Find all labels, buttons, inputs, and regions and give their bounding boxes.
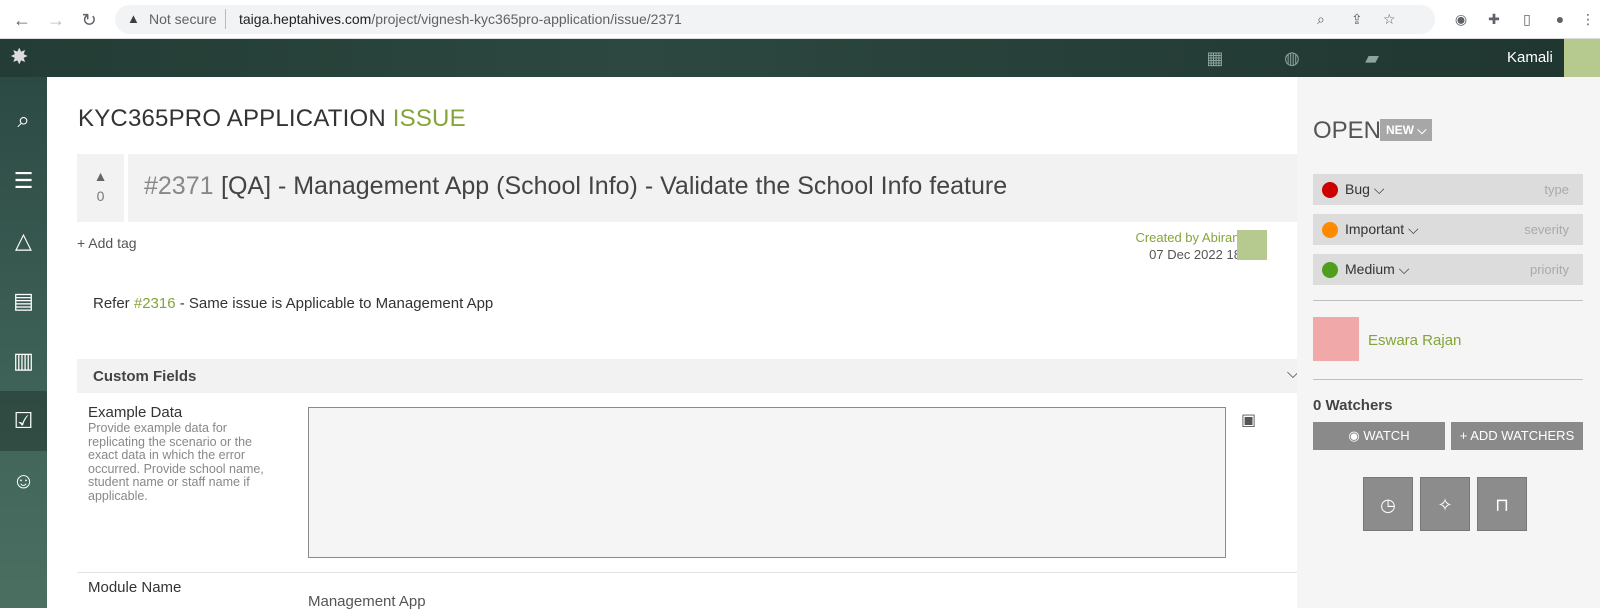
issue-ref: #2371: [144, 172, 214, 200]
upvote-icon[interactable]: ▲: [77, 168, 124, 184]
severity-color-dot: [1322, 222, 1338, 238]
related-issue-link[interactable]: #2316: [134, 295, 176, 312]
projects-grid-icon[interactable]: ▦: [1204, 47, 1226, 69]
assignee-name[interactable]: Eswara Rajan: [1368, 332, 1461, 349]
example-data-textarea[interactable]: [308, 407, 1226, 558]
vote-box[interactable]: ▲ 0: [77, 154, 124, 222]
custom-fields-header[interactable]: Custom Fields ⌵: [77, 359, 1315, 393]
team-icon[interactable]: ☺: [0, 451, 47, 511]
type-selector[interactable]: Bug ⌵ type: [1313, 174, 1583, 205]
chevron-down-icon: ⌵: [1417, 123, 1427, 137]
watchers-count: 0 Watchers: [1313, 397, 1393, 414]
reload-icon[interactable]: ↻: [77, 8, 101, 32]
issue-subject[interactable]: [QA] - Management App (School Info) - Va…: [221, 172, 1007, 201]
priority-label: priority: [1529, 262, 1569, 277]
warning-icon: ▲: [127, 11, 140, 26]
backlog-icon[interactable]: ☰: [0, 151, 47, 211]
module-name-label: Module Name: [88, 579, 182, 596]
history-clock-icon[interactable]: ◷: [1363, 477, 1413, 531]
custom-fields-title: Custom Fields: [93, 368, 197, 385]
severity-selector[interactable]: Important ⌵ severity: [1313, 214, 1583, 245]
status-label: OPEN: [1313, 117, 1382, 144]
search-icon[interactable]: ⌕: [0, 90, 47, 150]
forward-icon[interactable]: →: [44, 8, 68, 32]
share-icon[interactable]: ⇪: [1351, 11, 1363, 28]
vote-count: 0: [96, 188, 105, 204]
lock-icon[interactable]: ⊓: [1477, 477, 1527, 531]
add-watchers-button[interactable]: + ADD WATCHERS: [1451, 422, 1583, 450]
back-icon[interactable]: ←: [10, 8, 34, 32]
example-data-label: Example Data: [88, 404, 183, 421]
divider: [77, 572, 1315, 573]
issue-header: #2371 [QA] - Management App (School Info…: [128, 154, 1315, 222]
address-separator: [225, 9, 226, 29]
project-sidenav: ⌕ ☰ △ ▤ ▥ ☑ ☺: [0, 77, 47, 608]
epics-icon[interactable]: △: [0, 211, 47, 271]
add-tag-button[interactable]: + Add tag: [77, 235, 137, 251]
divider: [1313, 300, 1583, 301]
chevron-down-icon: ⌵: [1373, 181, 1385, 197]
assignee-avatar[interactable]: [1313, 317, 1359, 361]
not-secure-label: Not secure: [149, 11, 217, 27]
save-icon[interactable]: ▣: [1241, 410, 1256, 430]
url-text: taiga.heptahives.com/project/vignesh-kyc…: [239, 11, 682, 27]
taiga-logo-icon[interactable]: ✸: [10, 44, 28, 70]
creator-avatar[interactable]: [1237, 230, 1267, 260]
status-dropdown[interactable]: NEW ⌵: [1380, 119, 1433, 141]
chevron-down-icon: ⌵: [1408, 221, 1419, 237]
kanban-icon[interactable]: ▤: [0, 271, 47, 331]
profile-icon[interactable]: ●: [1550, 9, 1570, 29]
zoom-icon[interactable]: ⌕: [1317, 11, 1325, 28]
menu-dots-icon[interactable]: ⋮: [1578, 9, 1598, 29]
module-name-value[interactable]: Management App: [308, 593, 426, 610]
chevron-down-icon: ⌵: [1398, 261, 1410, 277]
type-color-dot: [1322, 182, 1338, 198]
user-avatar[interactable]: [1564, 39, 1600, 77]
browser-toolbar: ← → ↻ ▲ Not secure taiga.heptahives.com/…: [0, 0, 1600, 39]
type-label: type: [1544, 182, 1569, 197]
example-data-help: Provide example data for replicating the…: [88, 421, 264, 503]
priority-selector[interactable]: Medium ⌵ priority: [1313, 254, 1583, 285]
user-name[interactable]: Kamali: [1507, 49, 1553, 66]
side-panel-icon[interactable]: ▯: [1517, 9, 1537, 29]
boards-icon[interactable]: ▥: [0, 331, 47, 391]
app-topbar: ✸ ▦ ◍ ▰ Kamali: [0, 39, 1600, 77]
notifications-icon[interactable]: ▰: [1361, 47, 1383, 69]
puzzle-icon[interactable]: ✚: [1484, 9, 1504, 29]
issue-sidebar: OPEN NEW ⌵ Bug ⌵ type Important ⌵ severi…: [1297, 77, 1600, 608]
divider: [1313, 379, 1583, 380]
watch-button[interactable]: ◉ WATCH: [1313, 422, 1445, 450]
issue-main: KYC365PRO APPLICATION ISSUE ▲ 0 #2371 [Q…: [47, 77, 1315, 610]
discover-globe-icon[interactable]: ◍: [1281, 47, 1303, 69]
issue-description[interactable]: Refer #2316 - Same issue is Applicable t…: [93, 295, 493, 312]
issues-icon[interactable]: ☑: [0, 391, 47, 451]
eye-icon: ◉: [1348, 428, 1364, 443]
plus-icon: +: [77, 235, 89, 251]
address-bar[interactable]: ▲ Not secure taiga.heptahives.com/projec…: [115, 5, 1435, 34]
page-title: KYC365PRO APPLICATION ISSUE: [78, 105, 466, 132]
severity-label: severity: [1524, 222, 1569, 237]
extension-icon[interactable]: ◉: [1451, 9, 1471, 29]
bookmark-star-icon[interactable]: ☆: [1383, 11, 1396, 28]
priority-color-dot: [1322, 262, 1338, 278]
promote-pin-icon[interactable]: ✧: [1420, 477, 1470, 531]
